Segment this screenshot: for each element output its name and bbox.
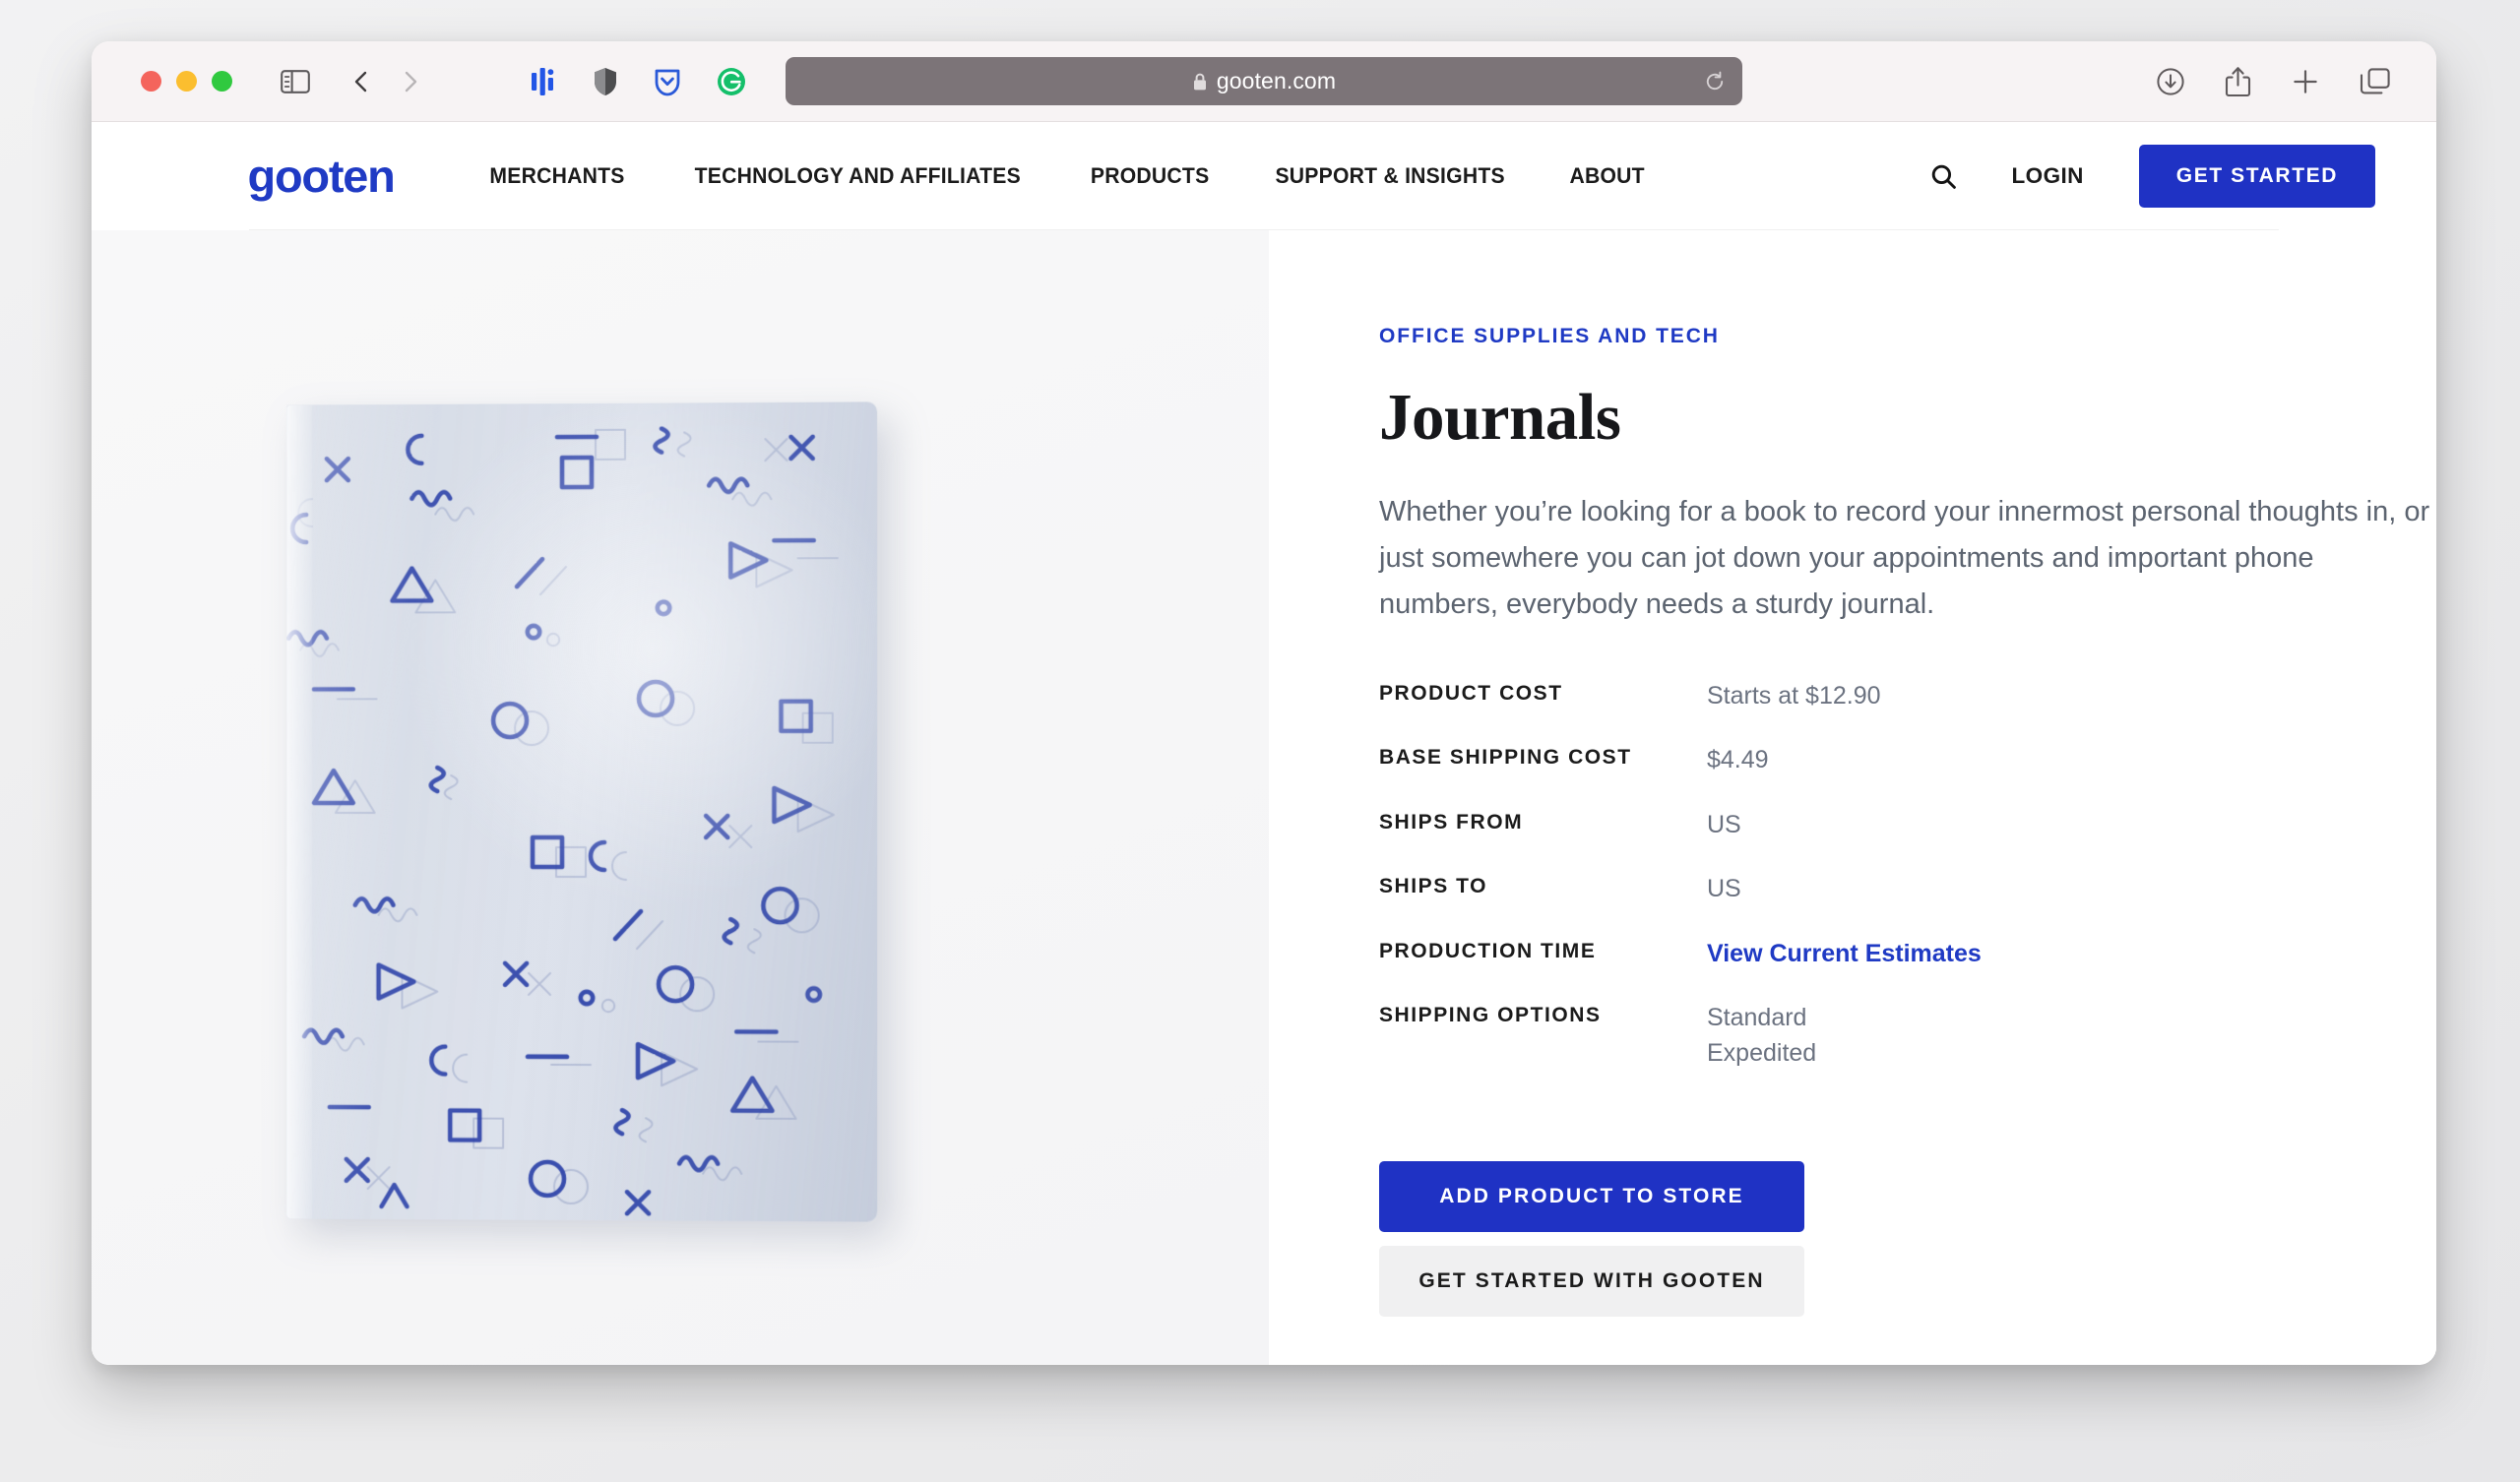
zoom-window-button[interactable] xyxy=(212,71,232,92)
back-button[interactable] xyxy=(349,69,375,94)
downloads-icon[interactable] xyxy=(2156,67,2185,96)
search-icon xyxy=(1931,164,1956,189)
get-started-button[interactable]: GET STARTED xyxy=(2138,145,2375,208)
cta-group: ADD PRODUCT TO STORE GET STARTED WITH GO… xyxy=(1379,1161,1804,1318)
ghostery-shield-icon[interactable] xyxy=(593,67,618,96)
spec-value: Standard Expedited xyxy=(1707,1001,1816,1071)
get-started-with-gooten-button[interactable]: GET STARTED WITH GOOTEN xyxy=(1379,1246,1804,1318)
url-text: gooten.com xyxy=(1216,68,1337,93)
navigation-arrows xyxy=(349,69,422,94)
spec-row-production-time: PRODUCTION TIME View Current Estimates xyxy=(1379,937,2436,972)
spec-value: $4.49 xyxy=(1707,746,1769,774)
extension-icons xyxy=(531,67,746,96)
nav-item-merchants[interactable]: MERCHANTS xyxy=(464,163,651,189)
product-content: OFFICE SUPPLIES AND TECH Journals Whethe… xyxy=(92,230,2436,1365)
product-description: Whether you’re looking for a book to rec… xyxy=(1379,496,2430,620)
nav-item-support[interactable]: SUPPORT & INSIGHTS xyxy=(1249,163,1531,189)
page-title: Journals xyxy=(1379,381,1621,454)
product-category[interactable]: OFFICE SUPPLIES AND TECH xyxy=(1379,325,2436,348)
site-navigation: gooten MERCHANTS TECHNOLOGY AND AFFILIAT… xyxy=(92,122,2436,230)
browser-toolbar: gooten.com xyxy=(92,41,2436,122)
memphis-pattern-graphic xyxy=(286,401,839,1221)
toolbar-right-icons xyxy=(2156,66,2405,97)
forward-button[interactable] xyxy=(397,69,422,94)
spec-row-base-shipping-cost: BASE SHIPPING COST $4.49 xyxy=(1379,743,2436,778)
spec-label: PRODUCT COST xyxy=(1379,681,1563,705)
spec-row-shipping-options: SHIPPING OPTIONS Standard Expedited xyxy=(1379,1001,2436,1071)
spec-label: SHIPPING OPTIONS xyxy=(1379,1004,1602,1027)
product-image-pane xyxy=(92,230,1269,1365)
view-current-estimates-link[interactable]: View Current Estimates xyxy=(1707,937,1982,972)
product-spec-table: PRODUCT COST Starts at $12.90 BASE SHIPP… xyxy=(1379,679,2436,1072)
shipping-option-expedited: Expedited xyxy=(1707,1038,1817,1067)
pocket-extension-icon[interactable] xyxy=(654,67,681,96)
search-button[interactable] xyxy=(1905,163,1983,190)
web-page: gooten MERCHANTS TECHNOLOGY AND AFFILIAT… xyxy=(92,122,2436,1365)
spec-label: PRODUCTION TIME xyxy=(1379,939,1597,962)
address-bar[interactable]: gooten.com xyxy=(786,57,1742,105)
spec-row-ships-to: SHIPS TO US xyxy=(1379,872,2436,907)
product-details-pane: OFFICE SUPPLIES AND TECH Journals Whethe… xyxy=(1269,230,2436,1365)
spec-row-product-cost: PRODUCT COST Starts at $12.90 xyxy=(1379,679,2436,714)
sidebar-toggle-button[interactable] xyxy=(281,69,310,93)
journal-cover xyxy=(286,401,878,1222)
spec-label: BASE SHIPPING COST xyxy=(1379,746,1632,770)
minimize-window-button[interactable] xyxy=(176,71,197,92)
add-product-to-store-button[interactable]: ADD PRODUCT TO STORE xyxy=(1379,1161,1804,1233)
shipping-option-standard: Standard xyxy=(1707,1004,1807,1032)
window-controls xyxy=(141,71,232,92)
spec-value: US xyxy=(1707,875,1741,903)
spec-value: Starts at $12.90 xyxy=(1707,681,1881,710)
spec-label: SHIPS TO xyxy=(1379,875,1488,898)
grammarly-extension-icon[interactable] xyxy=(717,67,746,96)
nav-right-group: LOGIN GET STARTED xyxy=(1905,145,2375,208)
nav-links: MERCHANTS TECHNOLOGY AND AFFILIATES PROD… xyxy=(458,163,1674,189)
share-icon[interactable] xyxy=(2225,66,2251,97)
reload-button[interactable] xyxy=(1704,71,1726,93)
sidebar-icon xyxy=(281,69,310,93)
lock-icon xyxy=(1193,73,1206,90)
browser-window: gooten.com gooten MERCHANTS TECHNOLOGY A… xyxy=(92,41,2436,1365)
spec-row-ships-from: SHIPS FROM US xyxy=(1379,808,2436,843)
nav-item-products[interactable]: PRODUCTS xyxy=(1064,163,1234,189)
new-tab-icon[interactable] xyxy=(2291,67,2320,96)
gooten-logo[interactable]: gooten xyxy=(248,154,396,199)
login-link[interactable]: LOGIN xyxy=(1983,163,2113,189)
tab-overview-icon[interactable] xyxy=(2360,67,2391,96)
product-image[interactable] xyxy=(285,401,878,1222)
nav-item-technology[interactable]: TECHNOLOGY AND AFFILIATES xyxy=(668,163,1046,189)
honey-extension-icon[interactable] xyxy=(531,67,557,96)
close-window-button[interactable] xyxy=(141,71,161,92)
spec-label: SHIPS FROM xyxy=(1379,810,1524,834)
nav-item-about[interactable]: ABOUT xyxy=(1544,163,1670,189)
spec-value: US xyxy=(1707,810,1741,838)
